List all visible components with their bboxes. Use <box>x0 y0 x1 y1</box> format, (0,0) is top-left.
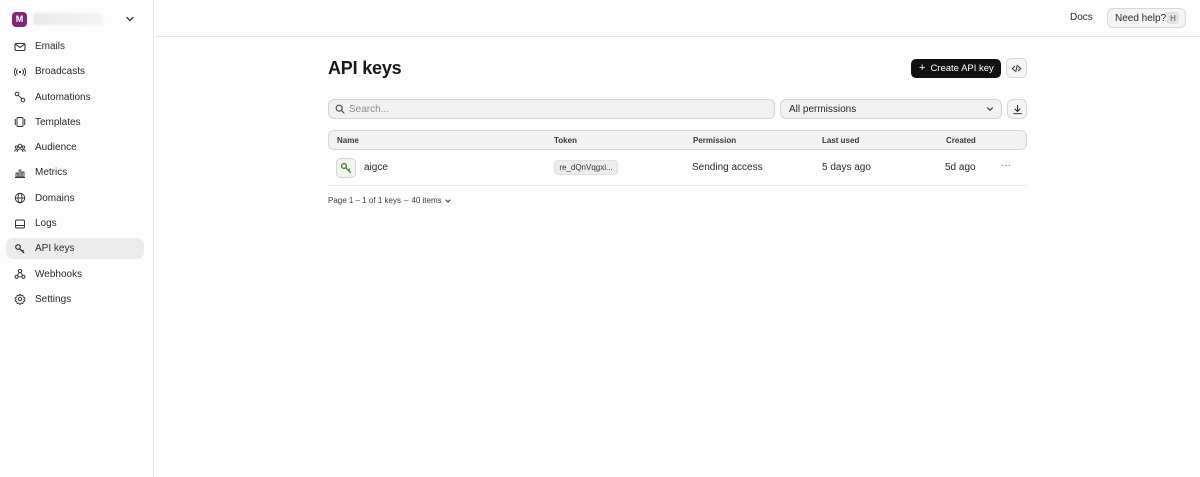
code-view-button[interactable] <box>1006 58 1027 78</box>
chevron-down-icon <box>445 199 451 203</box>
topbar: Docs Need help? H <box>155 0 1200 37</box>
sidebar-item-automations[interactable]: Automations <box>6 87 144 108</box>
sidebar-item-webhooks[interactable]: Webhooks <box>6 264 144 285</box>
api-key-created: 5d ago <box>945 162 976 173</box>
sidebar-nav: Emails Broadcasts Automations Templates … <box>6 36 144 314</box>
permissions-select[interactable]: All permissions <box>780 99 1002 119</box>
sidebar-item-label: Emails <box>35 41 66 52</box>
pagination: Page 1 – 1 of 1 keys – 40 items <box>328 196 452 205</box>
export-button[interactable] <box>1007 99 1027 119</box>
sidebar-item-label: Settings <box>35 293 72 305</box>
table-row[interactable]: aigce re_dQnVqgxi... Sending access 5 da… <box>328 150 1027 186</box>
sidebar-item-label: Webhooks <box>35 268 83 280</box>
automation-icon <box>14 91 26 103</box>
team-avatar: M <box>12 11 27 27</box>
column-header-created[interactable]: Created <box>946 136 976 145</box>
templates-icon <box>14 116 26 128</box>
column-header-last-used[interactable]: Last used <box>822 136 859 145</box>
table-header: Name Token Permission Last used Created <box>328 130 1027 150</box>
sidebar-item-label: Metrics <box>35 167 68 179</box>
sidebar-item-label: Broadcasts <box>35 66 86 78</box>
help-shortcut-key: H <box>1167 12 1179 24</box>
sidebar-item-domains[interactable]: Domains <box>6 188 144 209</box>
sidebar-item-label: Domains <box>35 192 75 204</box>
permissions-select-value: All permissions <box>789 103 857 115</box>
broadcast-icon <box>14 66 26 78</box>
more-actions-icon[interactable]: ··· <box>999 158 1013 176</box>
api-key-name[interactable]: aigce <box>364 162 388 173</box>
sidebar-item-broadcasts[interactable]: Broadcasts <box>6 61 144 82</box>
mail-icon <box>14 41 26 53</box>
api-key-avatar <box>336 158 356 178</box>
column-header-token[interactable]: Token <box>554 136 577 145</box>
chevron-down-icon <box>986 107 994 111</box>
create-api-key-label: Create API key <box>930 63 994 74</box>
column-header-permission[interactable]: Permission <box>693 136 736 145</box>
key-icon <box>340 162 351 173</box>
sidebar-item-logs[interactable]: Logs <box>6 213 144 234</box>
team-name-redacted <box>33 13 103 25</box>
sidebar-item-api-keys[interactable]: API keys <box>6 238 144 260</box>
items-per-page-value: 40 items <box>411 196 442 205</box>
team-switcher[interactable]: M <box>12 11 140 27</box>
sidebar-item-label: Automations <box>35 91 91 103</box>
column-header-name[interactable]: Name <box>337 136 359 145</box>
need-help-button[interactable]: Need help? H <box>1107 8 1186 28</box>
webhook-icon <box>14 268 26 280</box>
chevron-down-icon[interactable] <box>124 13 136 25</box>
docs-link[interactable]: Docs <box>1070 12 1093 23</box>
sidebar-item-metrics[interactable]: Metrics <box>6 162 144 183</box>
globe-icon <box>14 192 26 204</box>
pagination-range: Page 1 – 1 of 1 keys <box>328 196 401 205</box>
items-per-page-select[interactable]: 40 items <box>411 196 451 205</box>
sidebar-item-audience[interactable]: Audience <box>6 137 144 158</box>
search-field[interactable] <box>328 99 775 119</box>
search-input[interactable] <box>349 103 749 115</box>
create-api-key-button[interactable]: + Create API key <box>911 59 1001 78</box>
key-icon <box>14 243 26 255</box>
sidebar: M Emails Broadcasts Automations Template… <box>0 0 154 477</box>
sidebar-item-label: API keys <box>35 243 75 255</box>
pagination-separator: – <box>403 196 409 205</box>
metrics-icon <box>14 167 26 179</box>
plus-icon: + <box>919 62 926 74</box>
audience-icon <box>14 142 26 154</box>
sidebar-item-label: Logs <box>35 218 57 230</box>
api-key-token[interactable]: re_dQnVqgxi... <box>554 160 618 175</box>
page-title: API keys <box>328 58 402 78</box>
sidebar-item-label: Templates <box>35 116 81 128</box>
need-help-label: Need help? <box>1115 12 1167 24</box>
code-icon <box>1011 64 1022 72</box>
sidebar-item-emails[interactable]: Emails <box>6 36 144 57</box>
gear-icon <box>14 293 26 306</box>
api-key-last-used: 5 days ago <box>822 162 871 173</box>
api-key-permission: Sending access <box>692 162 763 173</box>
sidebar-item-settings[interactable]: Settings <box>6 289 144 310</box>
sidebar-item-label: Audience <box>35 142 77 154</box>
download-icon <box>1012 104 1022 114</box>
search-icon <box>335 104 345 114</box>
logs-icon <box>14 218 26 230</box>
sidebar-item-templates[interactable]: Templates <box>6 112 144 133</box>
